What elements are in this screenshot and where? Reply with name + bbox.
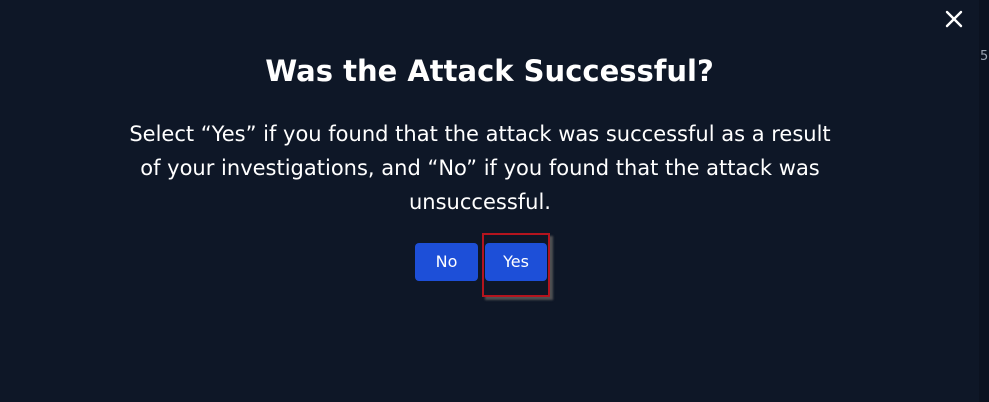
yes-button[interactable]: Yes (485, 243, 547, 281)
close-icon[interactable] (941, 6, 967, 32)
background-partial-text: 5 (980, 49, 989, 64)
close-button[interactable] (941, 6, 967, 32)
no-button[interactable]: No (415, 243, 478, 281)
dialog-title: Was the Attack Successful? (265, 54, 714, 88)
dialog-description: Select “Yes” if you found that the attac… (129, 122, 831, 214)
attack-result-dialog: Was the Attack Successful? Select “Yes” … (0, 0, 979, 402)
